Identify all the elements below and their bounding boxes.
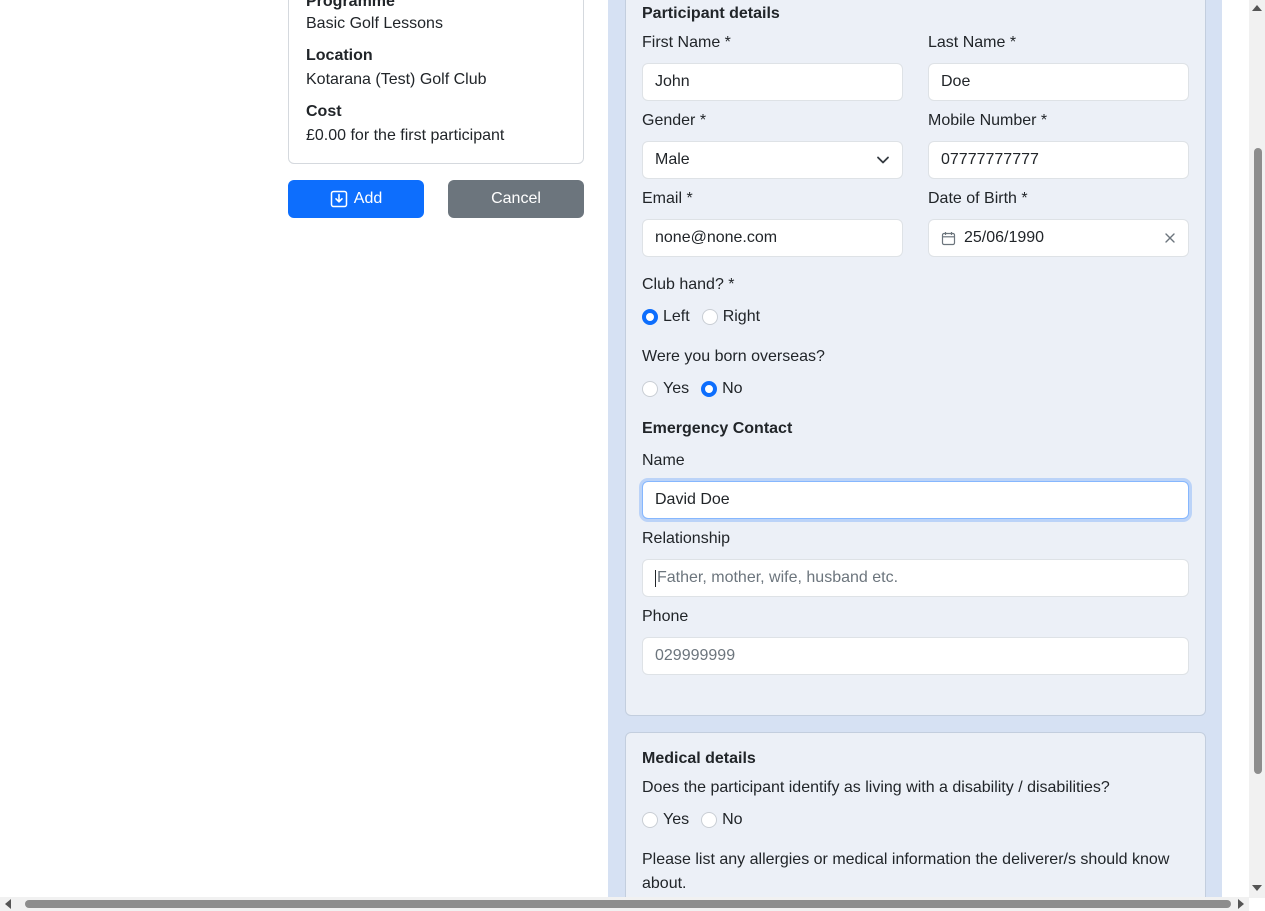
participant-details-title: Participant details <box>642 5 780 22</box>
allergies-instructions-line2: about. <box>642 875 687 892</box>
cancel-button[interactable]: Cancel <box>448 180 584 218</box>
scroll-left-arrow-icon[interactable] <box>5 899 11 909</box>
disability-question: Does the participant identify as living … <box>642 779 1110 796</box>
text-caret <box>655 569 656 587</box>
club-hand-label: Club hand? * <box>642 276 735 293</box>
relationship-input[interactable]: Father, mother, wife, husband etc. <box>642 559 1189 597</box>
club-hand-left-radio[interactable] <box>642 309 658 325</box>
emergency-name-label: Name <box>642 452 685 469</box>
allergies-instructions-line1: Please list any allergies or medical inf… <box>642 851 1170 868</box>
emergency-phone-input[interactable]: 029999999 <box>642 637 1189 675</box>
relationship-placeholder: Father, mother, wife, husband etc. <box>657 569 899 586</box>
disability-yes-label[interactable]: Yes <box>663 811 689 829</box>
dob-label: Date of Birth * <box>928 190 1028 207</box>
first-name-value: John <box>655 73 690 90</box>
disability-no-radio[interactable] <box>701 812 718 828</box>
scroll-up-arrow-icon[interactable] <box>1252 5 1262 11</box>
medical-details-title: Medical details <box>642 750 756 767</box>
chevron-down-icon <box>876 153 890 167</box>
dob-date-picker[interactable]: 25/06/1990 <box>928 219 1189 257</box>
vertical-scroll-thumb[interactable] <box>1254 148 1262 774</box>
cost-value: £0.00 for the first participant <box>306 127 505 144</box>
first-name-label: First Name * <box>642 34 731 51</box>
download-icon <box>330 190 348 208</box>
location-label: Location <box>306 47 373 64</box>
club-hand-left-label[interactable]: Left <box>663 308 690 326</box>
location-value: Kotarana (Test) Golf Club <box>306 71 487 88</box>
gender-label: Gender * <box>642 112 707 129</box>
last-name-value: Doe <box>941 73 971 90</box>
born-overseas-no-radio[interactable] <box>701 381 718 397</box>
club-hand-radio-group: Left Right <box>642 308 772 326</box>
horizontal-scroll-thumb[interactable] <box>25 900 1231 908</box>
gender-value: Male <box>655 151 690 168</box>
mobile-number-label: Mobile Number * <box>928 112 1048 129</box>
programme-summary-card: Programme Basic Golf Lessons Location Ko… <box>288 0 584 164</box>
disability-radio-group: Yes No <box>642 811 755 829</box>
club-hand-right-radio[interactable] <box>701 309 718 325</box>
born-overseas-radio-group: Yes No <box>642 380 755 398</box>
scroll-right-arrow-icon[interactable] <box>1238 899 1244 909</box>
clear-date-icon[interactable] <box>1164 232 1176 244</box>
last-name-label: Last Name * <box>928 34 1017 51</box>
cost-label: Cost <box>306 103 342 120</box>
dob-display: 25/06/1990 <box>941 229 1044 247</box>
calendar-icon <box>941 231 956 246</box>
last-name-input[interactable]: Doe <box>928 63 1189 101</box>
born-overseas-yes-label[interactable]: Yes <box>663 380 689 398</box>
add-button-label: Add <box>353 190 383 207</box>
mobile-number-input[interactable]: 07777777777 <box>928 141 1189 179</box>
born-overseas-yes-radio[interactable] <box>642 381 658 397</box>
born-overseas-no-label[interactable]: No <box>722 380 742 398</box>
born-overseas-label: Were you born overseas? <box>642 348 825 365</box>
email-input[interactable]: none@none.com <box>642 219 903 257</box>
emergency-name-value: David Doe <box>655 491 730 508</box>
gender-select[interactable]: Male <box>642 141 903 179</box>
scroll-down-arrow-icon[interactable] <box>1252 885 1262 891</box>
disability-no-label[interactable]: No <box>722 811 742 829</box>
phone-placeholder: 029999999 <box>655 647 736 664</box>
dob-value: 25/06/1990 <box>964 229 1045 246</box>
phone-label: Phone <box>642 608 689 625</box>
emergency-name-input[interactable]: David Doe <box>642 481 1189 519</box>
first-name-input[interactable]: John <box>642 63 903 101</box>
programme-value: Basic Golf Lessons <box>306 15 443 32</box>
relationship-label: Relationship <box>642 530 731 547</box>
emergency-contact-title: Emergency Contact <box>642 420 793 437</box>
club-hand-right-label[interactable]: Right <box>723 308 760 326</box>
add-button[interactable]: Add <box>288 180 424 218</box>
disability-yes-radio[interactable] <box>642 812 658 828</box>
email-label: Email * <box>642 190 693 207</box>
cancel-button-label: Cancel <box>491 190 541 207</box>
email-value: none@none.com <box>655 229 778 246</box>
mobile-number-value: 07777777777 <box>941 151 1039 168</box>
programme-label: Programme <box>306 0 395 10</box>
